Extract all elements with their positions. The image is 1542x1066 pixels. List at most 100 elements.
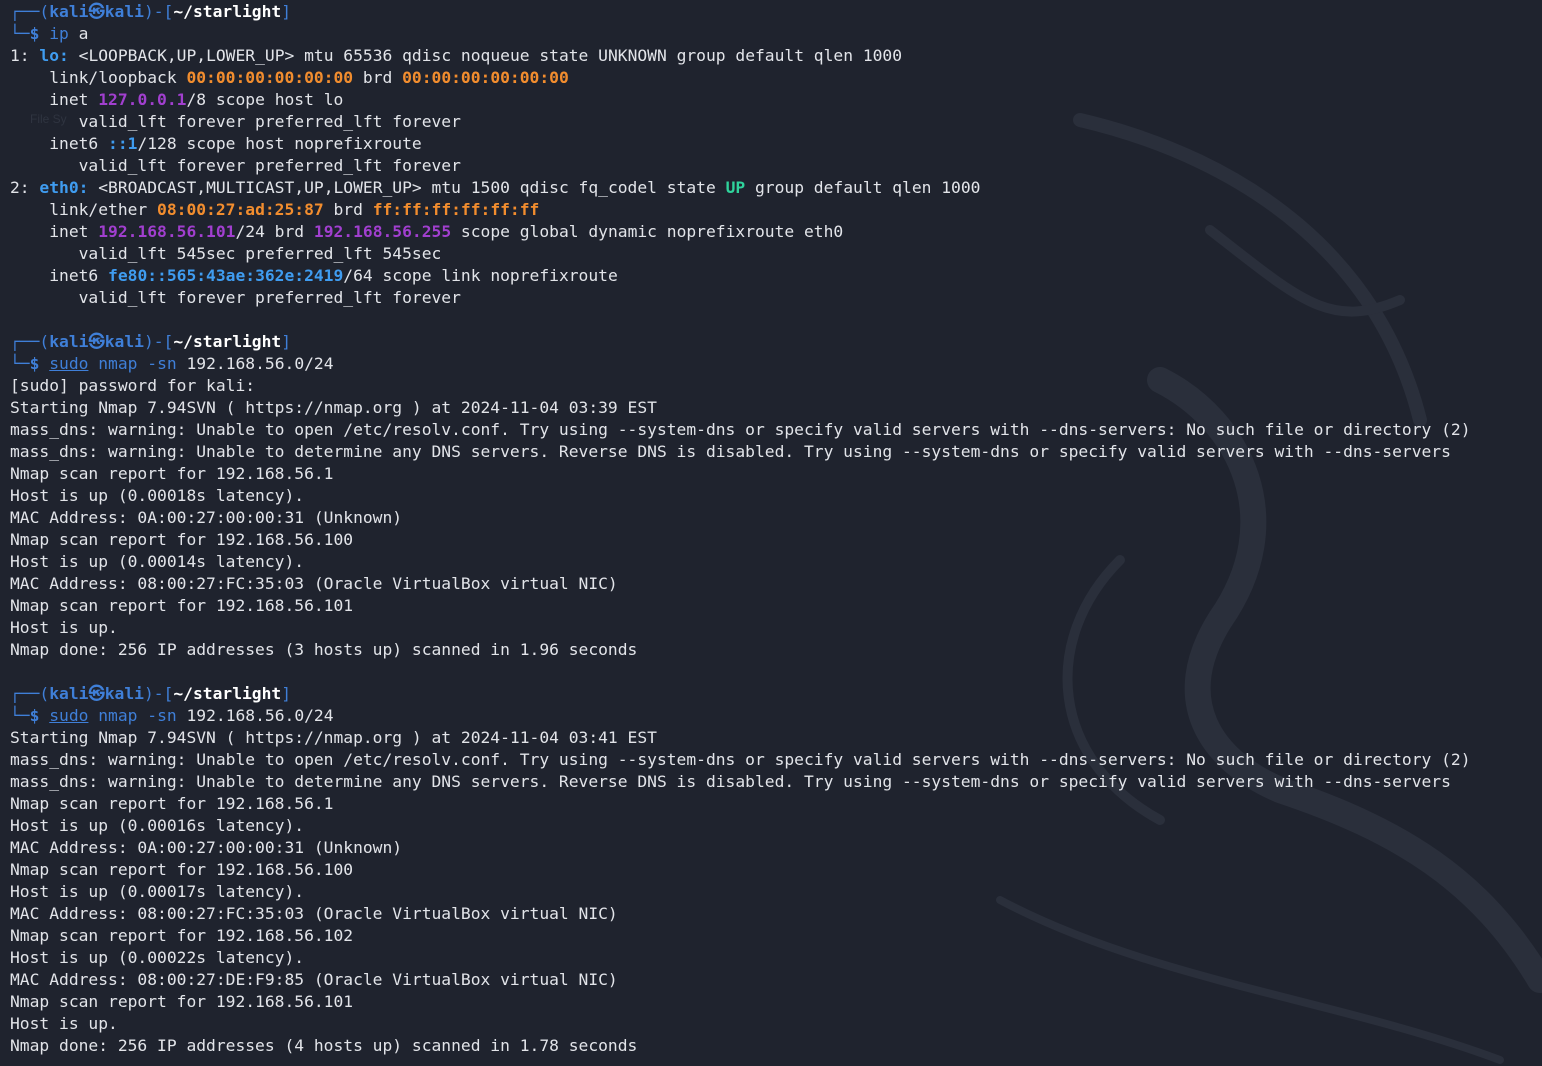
prompt-path: ~/starlight xyxy=(173,684,282,703)
output-text: 2: xyxy=(10,178,40,197)
prompt-header: ┌──(kali㉿kali)-[~/starlight] xyxy=(10,1,1471,23)
prompt-path: ~/starlight xyxy=(173,332,282,351)
command-flag: -sn xyxy=(137,706,177,725)
output-text: Nmap scan report for 192.168.56.1 xyxy=(10,794,334,813)
prompt-frame: )-[ xyxy=(143,332,174,351)
output-line: Host is up (0.00017s latency). xyxy=(10,881,1471,903)
output-line: MAC Address: 08:00:27:FC:35:03 (Oracle V… xyxy=(10,573,1471,595)
output-text: Starting Nmap 7.94SVN ( https://nmap.org… xyxy=(10,728,657,747)
prompt-frame: )-[ xyxy=(143,2,174,21)
output-ip6: fe80::565:43ae:362e:2419 xyxy=(108,266,344,285)
output-text: <BROADCAST,MULTICAST,UP,LOWER_UP> mtu 15… xyxy=(88,178,726,197)
prompt-dollar: $ xyxy=(29,24,40,43)
output-text: brd xyxy=(353,68,403,87)
output-text: MAC Address: 08:00:27:FC:35:03 (Oracle V… xyxy=(10,904,618,923)
command-line[interactable]: └─$ sudo nmap -sn 192.168.56.0/24 xyxy=(10,705,1471,727)
output-line: 2: eth0: <BROADCAST,MULTICAST,UP,LOWER_U… xyxy=(10,177,1471,199)
output-text: Nmap scan report for 192.168.56.101 xyxy=(10,992,354,1011)
output-text: Nmap scan report for 192.168.56.100 xyxy=(10,530,354,549)
output-line: Host is up. xyxy=(10,617,1471,639)
kali-skull-icon: ㉿ xyxy=(88,332,105,351)
output-text: link/ether xyxy=(10,200,158,219)
output-ifname: lo: xyxy=(39,46,69,65)
output-line: MAC Address: 0A:00:27:00:00:31 (Unknown) xyxy=(10,507,1471,529)
output-text: inet xyxy=(10,222,99,241)
output-line: inet6 ::1/128 scope host noprefixroute xyxy=(10,133,1471,155)
output-line: Nmap scan report for 192.168.56.1 xyxy=(10,463,1471,485)
output-line: Nmap done: 256 IP addresses (4 hosts up)… xyxy=(10,1035,1471,1057)
prompt-header: ┌──(kali㉿kali)-[~/starlight] xyxy=(10,683,1471,705)
output-text: Nmap done: 256 IP addresses (4 hosts up)… xyxy=(10,1036,638,1055)
prompt-user: kali xyxy=(49,332,89,351)
prompt-frame: ] xyxy=(281,684,292,703)
output-line: 1: lo: <LOOPBACK,UP,LOWER_UP> mtu 65536 … xyxy=(10,45,1471,67)
command-line[interactable]: └─$ sudo nmap -sn 192.168.56.0/24 xyxy=(10,353,1471,375)
output-text: /24 brd xyxy=(235,222,314,241)
output-text: Host is up (0.00017s latency). xyxy=(10,882,305,901)
output-mac: 00:00:00:00:00:00 xyxy=(402,68,569,87)
output-ifname: eth0: xyxy=(39,178,89,197)
output-text: MAC Address: 0A:00:27:00:00:31 (Unknown) xyxy=(10,838,403,857)
kali-skull-icon: ㉿ xyxy=(88,684,105,703)
output-line: mass_dns: warning: Unable to open /etc/r… xyxy=(10,419,1471,441)
output-text: MAC Address: 0A:00:27:00:00:31 (Unknown) xyxy=(10,508,403,527)
output-line: Nmap scan report for 192.168.56.100 xyxy=(10,859,1471,881)
output-text: Starting Nmap 7.94SVN ( https://nmap.org… xyxy=(10,398,657,417)
output-ip6: ::1 xyxy=(108,134,138,153)
output-line: MAC Address: 08:00:27:FC:35:03 (Oracle V… xyxy=(10,903,1471,925)
output-text: 1: xyxy=(10,46,40,65)
output-text: mass_dns: warning: Unable to determine a… xyxy=(10,772,1451,791)
output-text: inet6 xyxy=(10,266,109,285)
kali-skull-icon: ㉿ xyxy=(88,2,105,21)
output-text: mass_dns: warning: Unable to open /etc/r… xyxy=(10,420,1471,439)
output-text: Nmap scan report for 192.168.56.102 xyxy=(10,926,354,945)
output-up: UP xyxy=(725,178,746,197)
prompt-user: kali xyxy=(49,684,89,703)
output-text: [sudo] password for kali: xyxy=(10,376,256,395)
command-args: 192.168.56.0/24 xyxy=(176,706,334,725)
output-line: MAC Address: 08:00:27:DE:F9:85 (Oracle V… xyxy=(10,969,1471,991)
prompt-user: kali xyxy=(49,2,89,21)
output-text: Host is up (0.00016s latency). xyxy=(10,816,305,835)
output-ip4: 192.168.56.101 xyxy=(98,222,236,241)
output-text: inet6 xyxy=(10,134,109,153)
command-args: a xyxy=(68,24,89,43)
output-line: inet 127.0.0.1/8 scope host lo xyxy=(10,89,1471,111)
output-line: mass_dns: warning: Unable to determine a… xyxy=(10,771,1471,793)
command-exe: ip xyxy=(49,24,69,43)
output-line: Nmap scan report for 192.168.56.101 xyxy=(10,595,1471,617)
prompt-header: ┌──(kali㉿kali)-[~/starlight] xyxy=(10,331,1471,353)
output-text: group default qlen 1000 xyxy=(745,178,981,197)
output-line: Nmap scan report for 192.168.56.102 xyxy=(10,925,1471,947)
prompt-frame: ┌──( xyxy=(10,2,50,21)
output-text: /128 scope host noprefixroute xyxy=(137,134,422,153)
output-line: Host is up (0.00014s latency). xyxy=(10,551,1471,573)
output-line: Host is up (0.00018s latency). xyxy=(10,485,1471,507)
output-line: valid_lft forever preferred_lft forever xyxy=(10,287,1471,309)
output-line: Host is up (0.00016s latency). xyxy=(10,815,1471,837)
output-text: valid_lft forever preferred_lft forever xyxy=(10,288,461,307)
output-line: Nmap scan report for 192.168.56.1 xyxy=(10,793,1471,815)
output-text: MAC Address: 08:00:27:DE:F9:85 (Oracle V… xyxy=(10,970,618,989)
prompt-frame: ┌──( xyxy=(10,332,50,351)
command-flag: -sn xyxy=(137,354,177,373)
prompt-corner: └─ xyxy=(10,24,30,43)
prompt-host: kali xyxy=(104,684,144,703)
output-line: Host is up. xyxy=(10,1013,1471,1035)
output-text: valid_lft 545sec preferred_lft 545sec xyxy=(10,244,442,263)
output-text: Host is up. xyxy=(10,618,118,637)
prompt-corner: └─ xyxy=(10,354,30,373)
terminal-output[interactable]: ┌──(kali㉿kali)-[~/starlight] └─$ ip a 1: l… xyxy=(10,1,1471,1057)
prompt-corner: └─ xyxy=(10,706,30,725)
output-text: scope global dynamic noprefixroute eth0 xyxy=(451,222,844,241)
output-line: Host is up (0.00022s latency). xyxy=(10,947,1471,969)
output-text: Nmap scan report for 192.168.56.101 xyxy=(10,596,354,615)
prompt-host: kali xyxy=(104,332,144,351)
command-line[interactable]: └─$ ip a xyxy=(10,23,1471,45)
output-text: mass_dns: warning: Unable to open /etc/r… xyxy=(10,750,1471,769)
output-line: valid_lft forever preferred_lft forever xyxy=(10,155,1471,177)
output-line: inet 192.168.56.101/24 brd 192.168.56.25… xyxy=(10,221,1471,243)
output-line: link/ether 08:00:27:ad:25:87 brd ff:ff:f… xyxy=(10,199,1471,221)
